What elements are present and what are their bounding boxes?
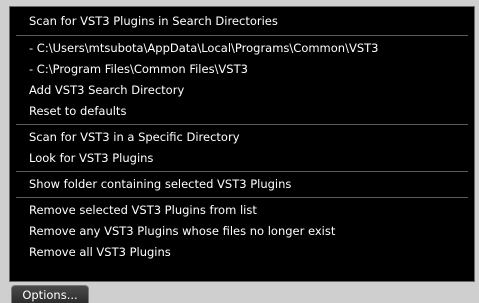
menu-item-scan-search-directories[interactable]: Scan for VST3 Plugins in Search Director… (10, 9, 474, 33)
menu-item-scan-specific-directory[interactable]: Scan for VST3 in a Specific Directory (10, 127, 474, 148)
menu-item-look-for-plugins[interactable]: Look for VST3 Plugins (10, 148, 474, 169)
menu-item-remove-missing[interactable]: Remove any VST3 Plugins whose files no l… (10, 221, 474, 242)
menu-item-remove-all[interactable]: Remove all VST3 Plugins (10, 242, 474, 263)
options-button[interactable]: Options... (11, 285, 89, 303)
options-popup-menu: Scan for VST3 Plugins in Search Director… (9, 6, 475, 282)
menu-item-search-path-program-files[interactable]: - C:\Program Files\Common Files\VST3 (10, 59, 474, 80)
menu-separator (16, 197, 468, 198)
menu-item-reset-defaults[interactable]: Reset to defaults (10, 101, 474, 122)
plugin-manager-window: Scan for VST3 Plugins in Search Director… (0, 0, 479, 303)
menu-item-add-search-directory[interactable]: Add VST3 Search Directory (10, 80, 474, 101)
menu-separator (16, 171, 468, 172)
menu-separator (16, 35, 468, 36)
menu-item-show-folder[interactable]: Show folder containing selected VST3 Plu… (10, 174, 474, 195)
menu-item-remove-selected[interactable]: Remove selected VST3 Plugins from list (10, 200, 474, 221)
menu-separator (16, 124, 468, 125)
menu-item-search-path-appdata[interactable]: - C:\Users\mtsubota\AppData\Local\Progra… (10, 38, 474, 59)
